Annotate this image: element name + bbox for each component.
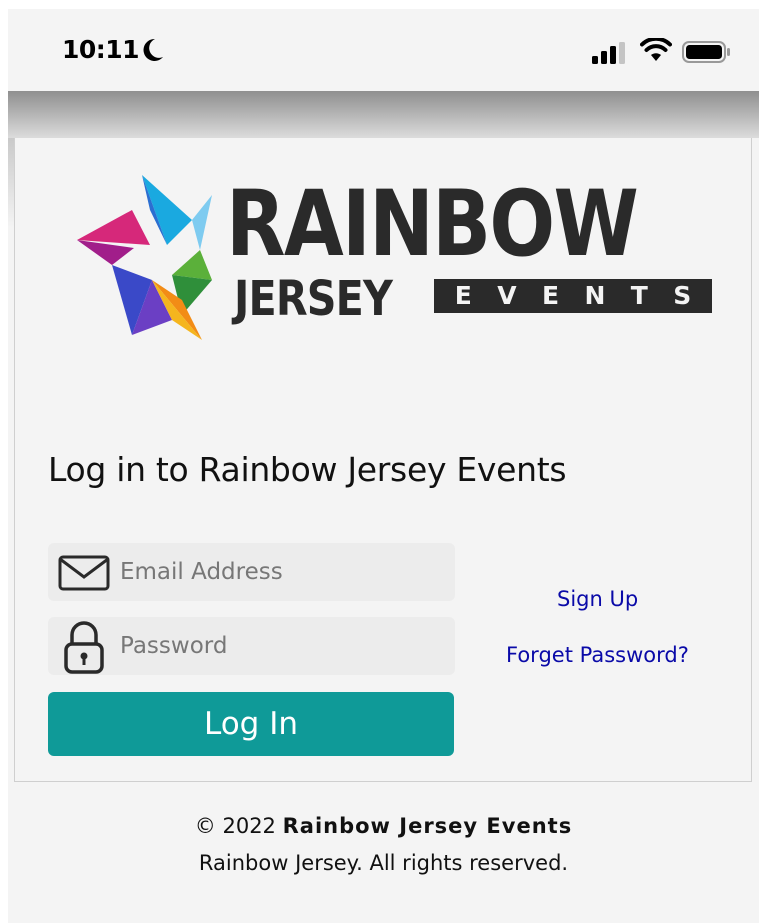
forgot-password-link[interactable]: Forget Password? (506, 643, 689, 667)
logo-wordmark: RAINBOW (226, 172, 639, 277)
status-bar: 10:11 (8, 9, 759, 91)
logo-jersey-text: JERSEY (234, 271, 393, 327)
copyright-year: © 2022 (194, 814, 276, 838)
wifi-icon (640, 36, 672, 67)
envelope-icon (58, 555, 110, 596)
logo-events-letter: V (497, 281, 517, 310)
logo-events-letter: S (673, 281, 692, 310)
password-input[interactable] (120, 617, 440, 675)
login-button[interactable]: Log In (48, 692, 454, 756)
moon-icon (141, 37, 165, 68)
email-input[interactable] (120, 543, 440, 601)
password-field[interactable] (48, 617, 455, 675)
cellular-signal-icon (592, 42, 628, 69)
sign-up-link[interactable]: Sign Up (557, 587, 638, 611)
logo-events-letter: E (541, 281, 560, 310)
battery-icon (682, 41, 732, 68)
logo-events-letter: E (454, 281, 472, 310)
login-heading: Log in to Rainbow Jersey Events (48, 450, 567, 489)
footer-copyright: © 2022 Rainbow Jersey Events (8, 814, 759, 838)
star-logo-icon (77, 175, 212, 340)
phone-screen: 10:11 RAINBOW JERSEY E V E N T S Log in … (8, 9, 759, 923)
email-field[interactable] (48, 543, 455, 601)
logo-events-letter: N (584, 281, 606, 310)
header-shadow (8, 91, 759, 138)
logo-events-bar: E V E N T S (434, 279, 712, 313)
lock-icon (64, 621, 104, 680)
logo-events-letter: T (630, 281, 648, 310)
footer-rights: Rainbow Jersey. All rights reserved. (198, 851, 569, 875)
status-time: 10:11 (62, 35, 140, 64)
copyright-company: Rainbow Jersey Events (282, 814, 573, 838)
